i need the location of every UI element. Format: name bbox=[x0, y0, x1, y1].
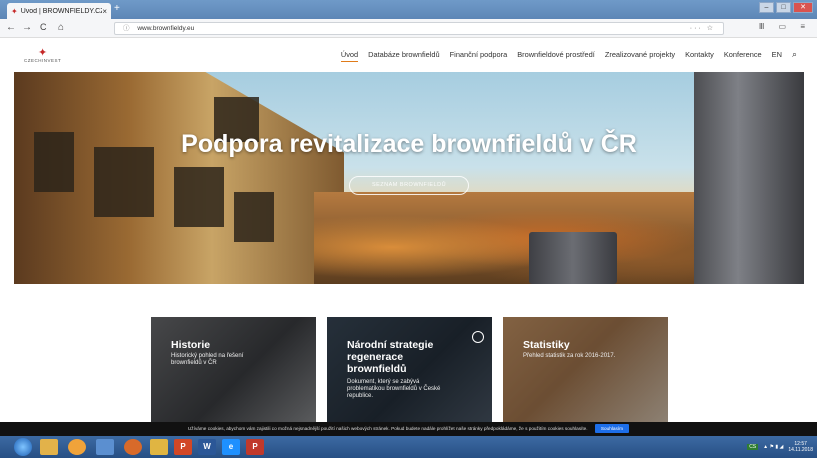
taskbar-firefox-icon[interactable] bbox=[124, 439, 142, 455]
reload-button[interactable]: C bbox=[40, 22, 47, 32]
browser-tab[interactable]: ✦ Úvod | BROWNFIELDY.CZ × bbox=[7, 3, 111, 19]
start-button[interactable] bbox=[14, 438, 32, 456]
forward-button[interactable]: → bbox=[22, 22, 32, 33]
cookie-bar: Užíváme cookies, abychom vám zajistili c… bbox=[0, 422, 817, 436]
hero-trees bbox=[314, 192, 704, 284]
card-title: Statistiky bbox=[523, 339, 570, 351]
window-controls: – □ ✕ bbox=[759, 2, 813, 13]
new-tab-button[interactable]: + bbox=[114, 3, 120, 14]
menu-item-uvod[interactable]: Úvod bbox=[340, 50, 359, 62]
minimize-button[interactable]: – bbox=[759, 2, 774, 13]
close-button[interactable]: ✕ bbox=[793, 2, 813, 13]
card-title: Národní strategie regenerace brownfieldů bbox=[347, 339, 434, 375]
taskbar-folder-icon[interactable] bbox=[150, 439, 168, 455]
logo-mark-icon: ✦ bbox=[38, 47, 48, 59]
search-icon[interactable]: ⌕ bbox=[792, 50, 797, 62]
menu-item-databaze[interactable]: Databáze brownfieldů bbox=[368, 50, 440, 62]
clock[interactable]: 12:57 14.11.2018 bbox=[788, 441, 813, 453]
hero-banner: Podpora revitalizace brownfieldů v ČR SE… bbox=[14, 72, 804, 284]
maximize-button[interactable]: □ bbox=[776, 2, 791, 13]
card-text: Historický pohled na řešení brownfieldů … bbox=[171, 353, 244, 366]
taskbar-word-icon[interactable]: W bbox=[198, 439, 216, 455]
site-logo[interactable]: ✦ CZECHINVEST bbox=[24, 47, 62, 64]
menu-item-prostredi[interactable]: Brownfieldové prostředí bbox=[517, 50, 595, 62]
card-text: Přehled statistik za rok 2016-2017. bbox=[523, 353, 616, 359]
taskbar-acrobat-icon[interactable]: P bbox=[246, 439, 264, 455]
card-narodni-strategie[interactable]: Národní strategie regenerace brownfieldů… bbox=[327, 317, 492, 423]
home-button[interactable]: ⌂ bbox=[58, 22, 64, 33]
taskbar-ie-icon[interactable]: e bbox=[222, 439, 240, 455]
tab-title: Úvod | BROWNFIELDY.CZ bbox=[20, 7, 103, 15]
loading-ring-icon bbox=[472, 331, 484, 343]
taskbar-files-icon[interactable] bbox=[96, 439, 114, 455]
menu-item-projekty[interactable]: Zrealizované projekty bbox=[605, 50, 675, 62]
site-header: ✦ CZECHINVEST Úvod Databáze brownfieldů … bbox=[0, 38, 817, 72]
card-historie[interactable]: Historie Historický pohled na řešení bro… bbox=[151, 317, 316, 423]
url-actions[interactable]: ··· ☆ bbox=[690, 23, 715, 34]
hero-tank bbox=[529, 232, 617, 284]
logo-text: CZECHINVEST bbox=[24, 58, 62, 63]
brownfield-list-button[interactable]: SEZNAM BROWNFIELDŮ bbox=[349, 176, 469, 195]
menu-item-financni-podpora[interactable]: Finanční podpora bbox=[450, 50, 508, 62]
windows-taskbar: P W e P CS ▲ ⚑ ▮ ◢ 12:57 14.11.2018 bbox=[0, 436, 817, 458]
taskbar-explorer-icon[interactable] bbox=[40, 439, 58, 455]
card-text: Dokument, který se zabývá problematikou … bbox=[347, 379, 441, 399]
url-text: www.brownfieldy.eu bbox=[137, 25, 195, 32]
tray-icons[interactable]: ▲ ⚑ ▮ ◢ bbox=[763, 444, 783, 450]
back-button[interactable]: ← bbox=[6, 22, 16, 33]
browser-right-icons[interactable]: Ⅲ ▭ ≡ bbox=[759, 22, 811, 31]
main-menu: Úvod Databáze brownfieldů Finanční podpo… bbox=[340, 50, 797, 62]
site-info-icon[interactable]: ⓘ bbox=[123, 25, 130, 32]
cookie-text: Užíváme cookies, abychom vám zajistili c… bbox=[187, 426, 588, 431]
card-title: Historie bbox=[171, 339, 211, 351]
taskbar-powerpoint-icon[interactable]: P bbox=[174, 439, 192, 455]
card-statistiky[interactable]: Statistiky Přehled statistik za rok 2016… bbox=[503, 317, 668, 423]
hero-title: Podpora revitalizace brownfieldů v ČR bbox=[181, 130, 637, 158]
language-indicator[interactable]: CS bbox=[747, 444, 759, 450]
clock-date: 14.11.2018 bbox=[788, 447, 813, 453]
hero-building-right bbox=[694, 72, 804, 284]
system-tray: CS ▲ ⚑ ▮ ◢ 12:57 14.11.2018 bbox=[747, 439, 813, 455]
menu-item-kontakty[interactable]: Kontakty bbox=[685, 50, 714, 62]
taskbar-browser-icon[interactable] bbox=[68, 439, 86, 455]
site-favicon-icon: ✦ bbox=[11, 6, 18, 16]
tab-close-icon[interactable]: × bbox=[102, 7, 107, 16]
cookie-agree-button[interactable]: Souhlasím bbox=[594, 424, 630, 433]
browser-titlebar: ✦ Úvod | BROWNFIELDY.CZ × + – □ ✕ bbox=[0, 0, 817, 19]
url-bar[interactable]: ⓘ www.brownfieldy.eu ··· ☆ bbox=[114, 22, 724, 35]
menu-item-en[interactable]: EN bbox=[772, 50, 782, 62]
browser-navbar: ← → C ⌂ ⓘ www.brownfieldy.eu ··· ☆ Ⅲ ▭ ≡ bbox=[0, 19, 817, 38]
menu-item-konference[interactable]: Konference bbox=[724, 50, 762, 62]
